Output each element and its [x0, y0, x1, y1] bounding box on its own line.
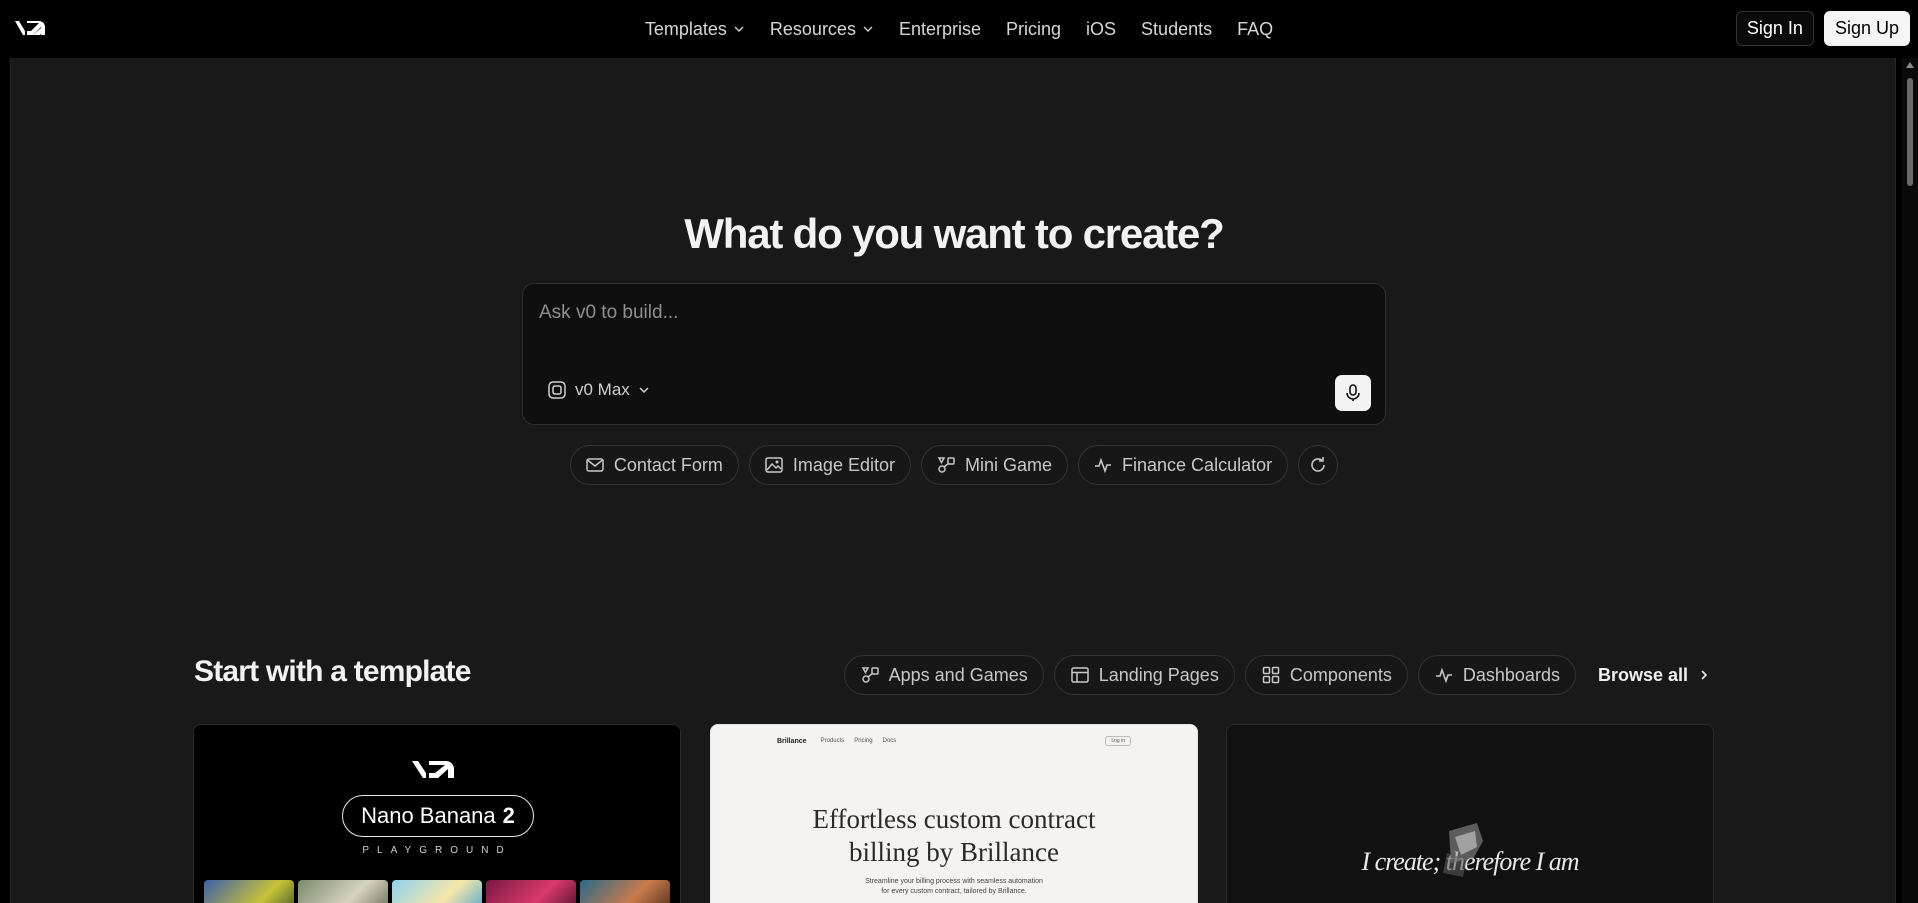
filter-apps-and-games[interactable]: Apps and Games	[843, 655, 1044, 695]
thumbnail-image	[392, 880, 482, 903]
nav-templates[interactable]: Templates	[632, 19, 757, 40]
microphone-icon	[1346, 384, 1360, 401]
prompt-box: v0 Max	[522, 283, 1386, 425]
layout-icon	[1070, 667, 1089, 683]
nav-students[interactable]: Students	[1129, 19, 1225, 40]
nav-pricing[interactable]: Pricing	[994, 19, 1074, 40]
nav-enterprise[interactable]: Enterprise	[886, 19, 993, 40]
grid-icon	[1262, 666, 1280, 684]
suggestion-label: Finance Calculator	[1122, 454, 1273, 475]
auth-buttons: Sign In Sign Up	[1735, 11, 1910, 46]
scroll-up-arrow-icon[interactable]	[1906, 62, 1914, 68]
headline-line: Effortless custom contract	[812, 804, 1096, 834]
subtext-line: for every custom contract, tailored by B…	[881, 888, 1027, 895]
headline-line: billing by Brillance	[849, 837, 1059, 867]
cube-icon	[548, 381, 566, 399]
nav-students-label: Students	[1141, 18, 1213, 39]
nav-links: Templates Resources Enterprise Pricing i…	[0, 0, 1918, 58]
brillance-preview-nav: Brillance Products Pricing Docs Log in	[777, 733, 1131, 749]
nano-banana-pill: Nano Banana 2	[342, 795, 534, 837]
refresh-icon	[1311, 457, 1325, 472]
preview-nav-item: Docs	[882, 738, 897, 744]
nav-templates-label: Templates	[644, 18, 727, 39]
brillance-subtext: Streamline your billing process with sea…	[711, 877, 1197, 897]
preview-login: Log in	[1105, 736, 1131, 746]
nav-resources-label: Resources	[769, 18, 856, 39]
filter-label: Landing Pages	[1098, 664, 1219, 685]
activity-icon	[1095, 457, 1112, 474]
suggestion-contact-form[interactable]: Contact Form	[569, 445, 739, 485]
filter-label: Components	[1289, 664, 1392, 685]
filter-label: Apps and Games	[888, 664, 1028, 685]
shapes-icon	[937, 457, 955, 473]
template-card-brillance[interactable]: Brillance Products Pricing Docs Log in E…	[710, 724, 1198, 903]
preview-nav-item: Products	[820, 738, 845, 744]
nav-ios[interactable]: iOS	[1074, 19, 1129, 40]
image-icon	[765, 457, 783, 473]
filter-components[interactable]: Components	[1244, 655, 1408, 695]
activity-icon	[1435, 667, 1452, 684]
suggestion-chips: Contact Form Image Editor Mini Game Fina…	[0, 445, 1908, 485]
suggestion-label: Image Editor	[792, 454, 895, 475]
template-filters: Apps and Games Landing Pages Components …	[843, 655, 1710, 695]
subtext-line: Streamline your billing process with sea…	[865, 878, 1043, 885]
browse-all-link[interactable]: Browse all	[1598, 665, 1710, 686]
nav-pricing-label: Pricing	[1006, 18, 1062, 39]
suggestion-image-editor[interactable]: Image Editor	[748, 445, 911, 485]
browse-all-label: Browse all	[1597, 664, 1688, 685]
filter-dashboards[interactable]: Dashboards	[1417, 655, 1576, 695]
template-card-nano-banana[interactable]: Nano Banana 2 PLAYGROUND	[193, 724, 681, 903]
suggestion-finance-calculator[interactable]: Finance Calculator	[1078, 445, 1289, 485]
v0-logo	[412, 761, 454, 778]
thumbnail-image	[486, 880, 576, 903]
refresh-suggestions-button[interactable]	[1298, 445, 1339, 485]
model-selector[interactable]: v0 Max	[547, 380, 650, 400]
suggestion-mini-game[interactable]: Mini Game	[920, 445, 1069, 485]
template-card-i-create[interactable]: I create; therefore I am	[1226, 724, 1714, 903]
model-selector-label: v0 Max	[575, 380, 630, 399]
shapes-icon	[861, 667, 879, 683]
preview-thumbnails	[204, 880, 670, 903]
playground-subtitle: PLAYGROUND	[362, 845, 512, 856]
brillance-headline: Effortless custom contract billing by Br…	[711, 803, 1197, 869]
brillance-brand: Brillance	[777, 737, 807, 745]
sign-in-button[interactable]: Sign In	[1735, 11, 1814, 46]
mail-icon	[586, 458, 604, 472]
thumbnail-image	[204, 880, 294, 903]
templates-section-title: Start with a template	[194, 655, 471, 688]
nano-banana-pill-text: Nano Banana	[361, 803, 496, 828]
statue-head-image	[1443, 823, 1483, 877]
chevron-down-icon	[863, 26, 873, 32]
prompt-input[interactable]	[539, 298, 1339, 328]
microphone-button[interactable]	[1335, 375, 1371, 411]
top-nav: Templates Resources Enterprise Pricing i…	[0, 0, 1918, 58]
nav-resources[interactable]: Resources	[757, 19, 886, 40]
suggestion-label: Contact Form	[613, 454, 723, 475]
preview-nav-item: Pricing	[854, 738, 873, 744]
chevron-down-icon	[639, 387, 649, 394]
sign-up-button[interactable]: Sign Up	[1823, 11, 1910, 46]
hero-title: What do you want to create?	[684, 210, 1224, 257]
thumbnail-image	[298, 880, 388, 903]
filter-landing-pages[interactable]: Landing Pages	[1053, 655, 1235, 695]
nav-enterprise-label: Enterprise	[898, 18, 981, 39]
nano-banana-pill-number: 2	[502, 803, 515, 828]
filter-label: Dashboards	[1462, 664, 1560, 685]
chevron-right-icon	[1701, 670, 1708, 680]
suggestion-label: Mini Game	[964, 454, 1053, 475]
chevron-down-icon	[734, 26, 744, 32]
scrollbar-thumb[interactable]	[1907, 78, 1913, 186]
nav-faq-label: FAQ	[1237, 18, 1274, 39]
thumbnail-image	[580, 880, 670, 903]
nav-faq[interactable]: FAQ	[1225, 19, 1286, 40]
nav-ios-label: iOS	[1086, 18, 1117, 39]
